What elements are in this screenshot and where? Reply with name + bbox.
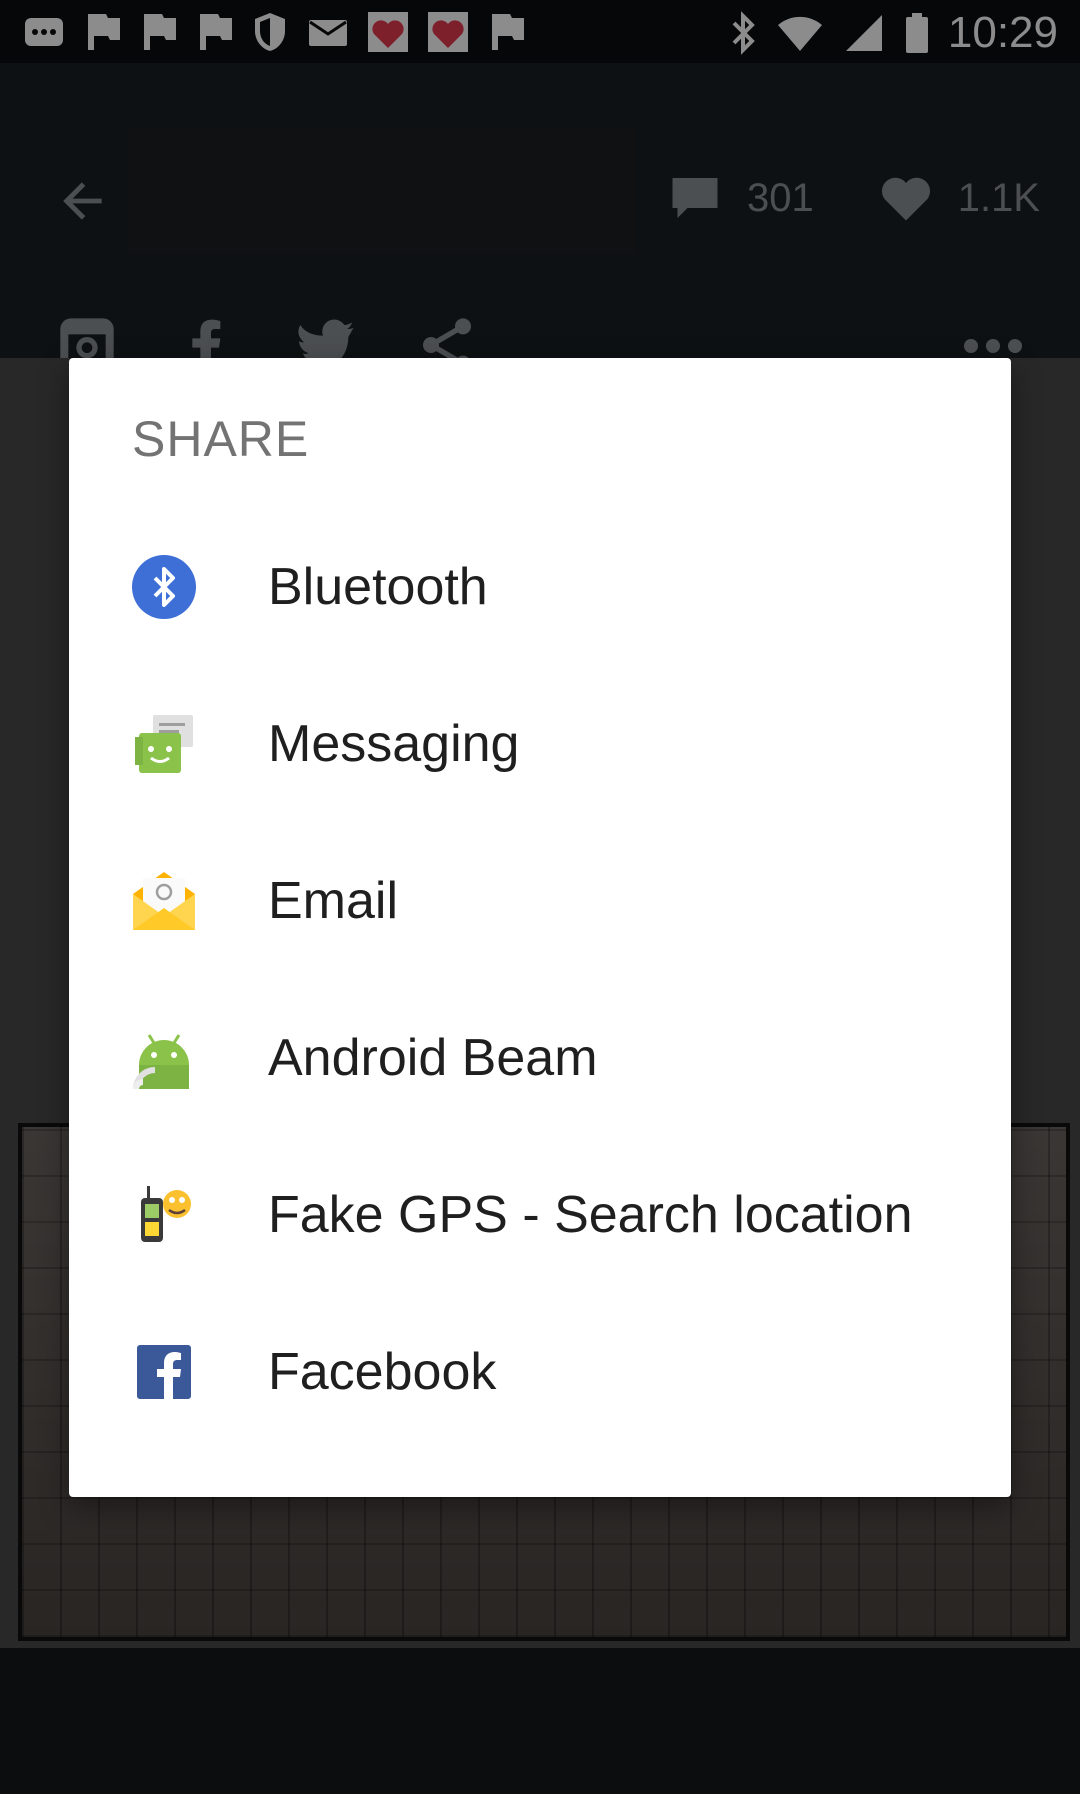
facebook-icon xyxy=(137,1344,191,1399)
share-item-label: Messaging xyxy=(268,714,520,773)
dialog-title: SHARE xyxy=(132,411,310,467)
share-dialog: SHARE Bluetooth Messaging Email Android … xyxy=(69,358,1011,1497)
share-item-android-beam[interactable]: Android Beam xyxy=(69,979,1011,1136)
android-beam-icon xyxy=(133,1033,189,1089)
email-icon xyxy=(133,871,195,930)
share-item-label: Fake GPS - Search location xyxy=(268,1185,913,1244)
share-item-label: Bluetooth xyxy=(268,557,488,616)
share-list: Bluetooth Messaging Email Android Beam F… xyxy=(69,508,1011,1450)
share-item-label: Facebook xyxy=(268,1342,497,1401)
share-item-bluetooth[interactable]: Bluetooth xyxy=(69,508,1011,665)
share-item-label: Email xyxy=(268,871,399,930)
share-item-messaging[interactable]: Messaging xyxy=(69,665,1011,822)
share-item-email[interactable]: Email xyxy=(69,822,1011,979)
fake-gps-icon xyxy=(141,1185,191,1242)
messaging-icon xyxy=(135,714,193,773)
bluetooth-icon xyxy=(132,554,196,619)
share-item-label: Android Beam xyxy=(268,1028,598,1087)
share-item-facebook[interactable]: Facebook xyxy=(69,1293,1011,1450)
share-item-fake-gps[interactable]: Fake GPS - Search location xyxy=(69,1136,1011,1293)
